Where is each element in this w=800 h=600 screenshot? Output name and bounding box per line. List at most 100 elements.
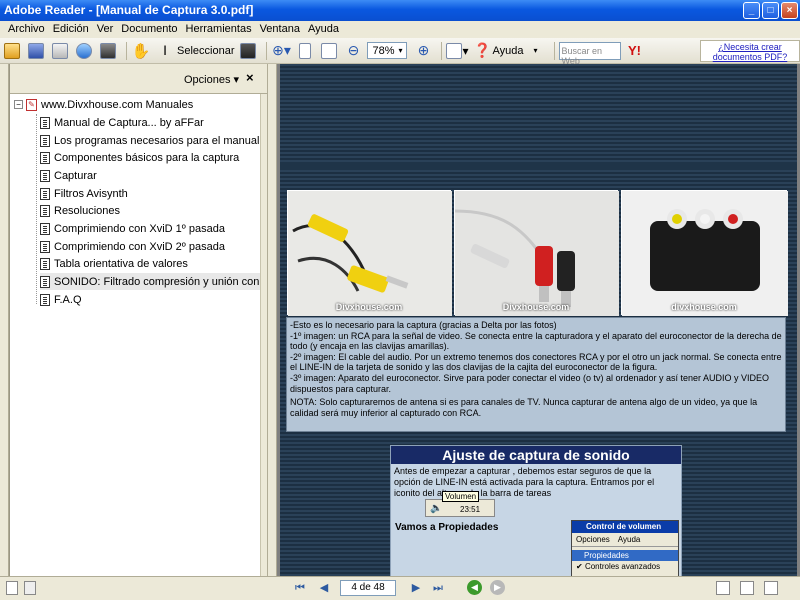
photo-rca-cable: Divxhouse.com [287, 190, 452, 316]
bookmark-item[interactable]: Comprimiendo con XviD 1º pasada [40, 220, 225, 237]
previous-page-icon[interactable]: ◀ [316, 580, 332, 596]
bookmark-item[interactable]: Capturar [40, 167, 97, 184]
last-page-icon[interactable]: ⏭ [430, 580, 446, 596]
bookmark-item[interactable]: F.A.Q [40, 291, 82, 308]
close-panel-icon[interactable]: × [246, 70, 254, 85]
email-icon[interactable] [74, 41, 94, 61]
page-icon [40, 204, 50, 217]
status-icon-right-3[interactable] [764, 581, 778, 595]
taskbar-tray-image: Volumen 🔈 23:51 [425, 491, 495, 517]
print-icon[interactable] [50, 41, 70, 61]
minimize-button[interactable]: _ [743, 2, 760, 19]
popup-menu-help: Ayuda [617, 535, 641, 544]
options-label: Opciones [184, 74, 231, 86]
watermark: divxhouse.com [671, 302, 737, 312]
bookmark-label: Los programas necesarios para el manual [54, 134, 260, 147]
bookmark-item[interactable]: Tabla orientativa de valores [40, 255, 188, 272]
bookmark-root[interactable]: − ✎ www.Divxhouse.com Manuales [14, 96, 193, 113]
photo-audio-cable: Divxhouse.com [454, 190, 619, 316]
save-icon[interactable] [26, 41, 46, 61]
audio-section-title: Ajuste de captura de sonido [391, 446, 681, 464]
menu-ventana[interactable]: Ventana [256, 21, 304, 38]
bookmark-item[interactable]: Los programas necesarios para el manual [40, 132, 259, 149]
bookmark-item[interactable]: Componentes básicos para la captura [40, 149, 239, 166]
window-title: Adobe Reader - [Manual de Captura 3.0.pd… [4, 3, 254, 17]
select-tool-label[interactable]: Seleccionar [177, 41, 234, 61]
status-icon-right[interactable] [716, 581, 730, 595]
menu-documento[interactable]: Documento [117, 21, 181, 38]
help-icon[interactable]: ❓ [473, 41, 493, 61]
info-paragraph: -Esto es lo necesario para la captura (g… [290, 320, 557, 330]
fit-width-icon[interactable] [319, 41, 339, 61]
zoom-plus-icon[interactable]: ⊕ [413, 41, 433, 61]
menu-archivo[interactable]: Archivo [4, 21, 49, 38]
toolbar-separator [553, 41, 555, 60]
yahoo-icon[interactable]: Y! [625, 41, 645, 61]
title-bar: Adobe Reader - [Manual de Captura 3.0.pd… [0, 0, 800, 21]
select-tool-icon[interactable]: Ⅰ [155, 41, 175, 61]
status-icon-left-2[interactable] [24, 581, 36, 595]
menu-bar: Archivo Edición Ver Documento Herramient… [0, 21, 800, 38]
snapshot-icon[interactable] [238, 41, 258, 61]
open-icon[interactable] [2, 41, 22, 61]
toolbar: ✋ Ⅰ Seleccionar ⊕▾ ⊖ 78% ▾ ⊕ ▾ ❓ Ayuda ▾ … [0, 38, 800, 66]
menu-herramientas[interactable]: Herramientas [182, 21, 256, 38]
bookmark-tree: − ✎ www.Divxhouse.com Manuales Manual de… [10, 94, 260, 576]
vamos-text: Vamos a Propiedades [395, 522, 499, 533]
zoom-out-icon[interactable]: ⊖ [343, 41, 363, 61]
watermark: Divxhouse.com [335, 302, 403, 312]
collapse-icon[interactable]: − [14, 100, 23, 109]
fit-page-icon[interactable] [295, 41, 315, 61]
page-number-field[interactable]: 4 de 48 [340, 580, 396, 596]
next-page-icon[interactable]: ▶ [408, 580, 424, 596]
bookmark-item[interactable]: Resoluciones [40, 202, 120, 219]
page-icon [40, 151, 50, 164]
page-layout-icon[interactable]: ▾ [446, 41, 469, 61]
page-icon [40, 187, 50, 200]
zoom-in-icon[interactable]: ⊕▾ [271, 41, 291, 61]
maximize-button[interactable]: □ [762, 2, 779, 19]
first-page-icon[interactable]: ⏮ [292, 580, 308, 596]
popup-properties: Propiedades [572, 550, 678, 561]
popup-advanced-label: Controles avanzados [584, 562, 661, 571]
bookmark-item-selected[interactable]: SONIDO: Filtrado compresión y unión con [40, 273, 260, 290]
bookmark-label: Tabla orientativa de valores [54, 257, 188, 270]
page-header-pattern [280, 64, 797, 162]
web-search-input[interactable]: Buscar en Web [558, 41, 621, 66]
status-icon-left[interactable] [6, 581, 18, 595]
bookmarks-panel: Opciones ▾ × − ✎ www.Divxhouse.com Manua… [9, 64, 268, 576]
zoom-field[interactable]: 78% ▾ [367, 42, 408, 59]
tree-line [36, 114, 37, 304]
document-view[interactable]: Divxhouse.com Divxhouse.com divxhouse.co… [277, 64, 800, 576]
search-binoculars-icon[interactable] [98, 41, 118, 61]
chevron-down-icon[interactable]: ▾ [398, 46, 402, 55]
bookmark-item[interactable]: Manual de Captura... by aFFar [40, 114, 204, 131]
volume-tooltip: Volumen [442, 491, 480, 502]
left-strip [0, 64, 9, 576]
panel-splitter[interactable] [267, 64, 277, 576]
bookmark-root-label: www.Divxhouse.com Manuales [41, 98, 194, 111]
bookmark-label: SONIDO: Filtrado compresión y unión con [54, 275, 260, 288]
help-label[interactable]: Ayuda [493, 41, 524, 61]
previous-view-icon[interactable]: ◀ [467, 580, 482, 595]
options-menu[interactable]: Opciones ▾ [184, 73, 239, 86]
next-view-icon[interactable]: ▶ [490, 580, 505, 595]
bookmark-item[interactable]: Comprimiendo con XviD 2º pasada [40, 238, 225, 255]
create-pdf-link[interactable]: ¿Necesita crear documentos PDF? [700, 40, 800, 62]
photo-scart-adapter: divxhouse.com [621, 190, 788, 316]
status-icon-right-2[interactable] [740, 581, 754, 595]
menu-ayuda[interactable]: Ayuda [304, 21, 343, 38]
bookmark-item[interactable]: Filtros Avisynth [40, 185, 128, 202]
toolbar-separator [266, 41, 268, 60]
bookmarks-header: Opciones ▾ × [10, 64, 267, 94]
speaker-icon: 🔈 [430, 503, 443, 514]
help-dropdown-icon[interactable]: ▾ [526, 41, 546, 61]
menu-ver[interactable]: Ver [93, 21, 118, 38]
info-paragraph: -3º imagen: Aparato del euroconector. Si… [290, 372, 770, 394]
info-paragraph: -2º imagen: El cable del audio. Por un e… [290, 351, 782, 373]
page-icon [40, 293, 50, 306]
close-button[interactable]: × [781, 2, 798, 19]
hand-tool-icon[interactable]: ✋ [131, 41, 151, 61]
page-icon [40, 275, 50, 288]
menu-edicion[interactable]: Edición [49, 21, 93, 38]
